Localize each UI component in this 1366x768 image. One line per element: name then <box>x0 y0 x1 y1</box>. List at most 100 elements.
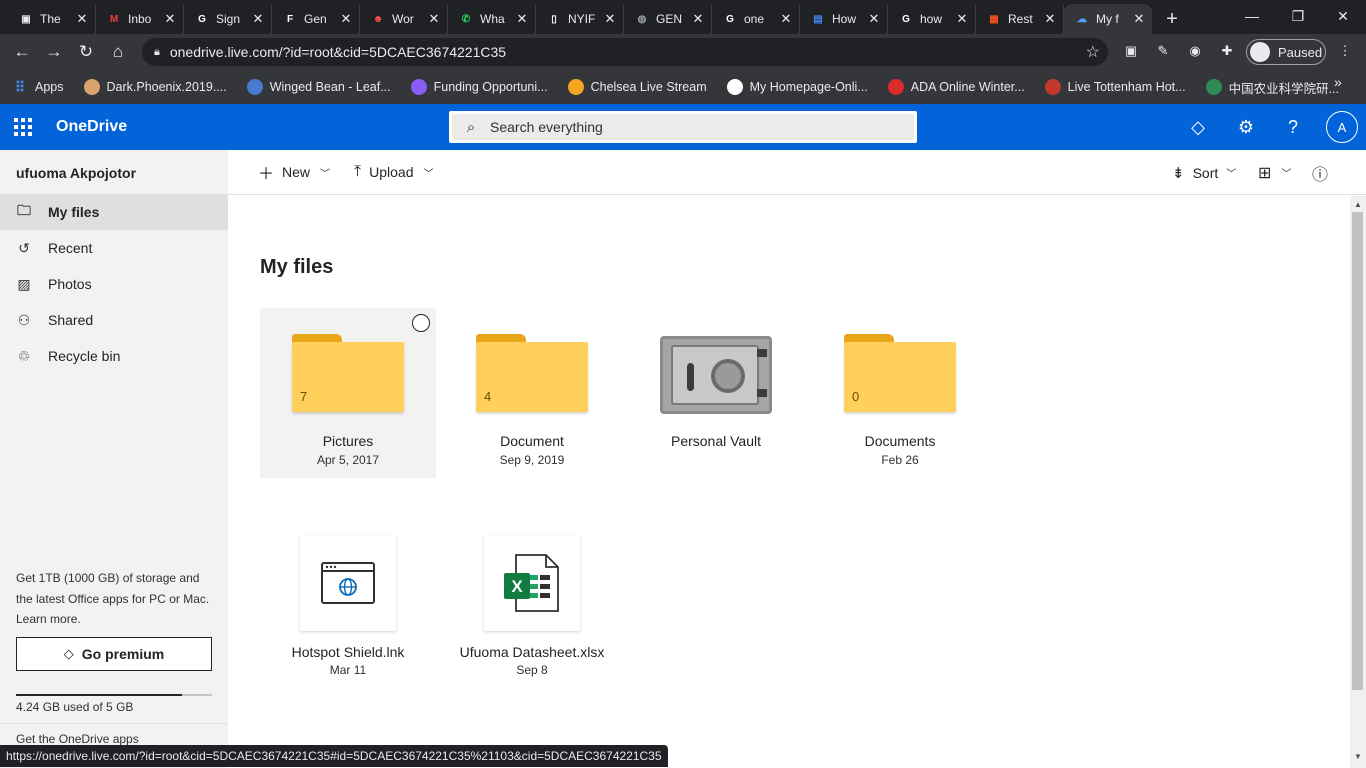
browser-tab[interactable]: ▣ The ✕ <box>8 4 96 34</box>
bookmark-site-icon <box>726 79 743 95</box>
select-checkbox[interactable] <box>412 314 430 332</box>
docs-icon: ▤ <box>813 13 823 25</box>
gmail-icon: M <box>109 13 119 25</box>
bookmark-item[interactable]: Chelsea Live Stream <box>567 79 707 95</box>
more-bookmarks-icon[interactable]: » <box>1334 74 1342 90</box>
folder-tile-document[interactable]: 4 Document Sep 9, 2019 <box>444 308 620 478</box>
sidebar-item-recent[interactable]: ↺ Recent <box>0 230 228 266</box>
file-name[interactable]: Ufuoma Datasheet.xlsx <box>432 644 632 660</box>
close-tab-icon[interactable]: ✕ <box>75 11 89 27</box>
address-bar[interactable]: 🔒︎ onedrive.live.com/?id=root&cid=5DCAEC… <box>142 38 1108 66</box>
close-tab-icon[interactable]: ✕ <box>163 11 177 27</box>
bookmark-site-icon <box>567 79 584 95</box>
sidebar-item-my-files[interactable]: 🗀︎ My files <box>0 194 228 230</box>
premium-diamond-icon[interactable]: ◇ <box>1175 104 1221 150</box>
browser-tab[interactable]: G Sign ✕ <box>184 4 272 34</box>
app-launcher-icon[interactable] <box>0 104 46 150</box>
reload-icon[interactable]: ↻ <box>70 36 102 68</box>
close-tab-icon[interactable]: ✕ <box>955 11 969 27</box>
close-tab-icon[interactable]: ✕ <box>251 11 265 27</box>
google-icon: G <box>198 13 206 25</box>
bookmark-item[interactable]: My Homepage-Onli... <box>726 79 868 95</box>
info-button[interactable]: ⓘ <box>1312 150 1328 195</box>
file-thumbnail-hotspot-shield[interactable] <box>300 535 396 631</box>
browser-tab[interactable]: Gone ✕ <box>712 4 800 34</box>
close-tab-icon[interactable]: ✕ <box>1132 11 1146 27</box>
tab-title: Gen <box>304 12 327 26</box>
browser-tab[interactable]: Ghow ✕ <box>888 4 976 34</box>
bookmark-item[interactable]: ADA Online Winter... <box>887 79 1025 95</box>
bookmark-item[interactable]: Live Tottenham Hot... <box>1044 79 1186 95</box>
view-switch-button[interactable]: ⊞ ﹀ <box>1258 150 1291 195</box>
scroll-up-icon[interactable]: ▲ <box>1350 198 1366 212</box>
browser-tab[interactable]: ▦ Rest ✕ <box>976 4 1064 34</box>
scrollbar-thumb[interactable] <box>1352 212 1363 690</box>
minimize-icon[interactable]: — <box>1229 0 1275 32</box>
storage-quota-text[interactable]: 4.24 GB used of 5 GB <box>16 700 133 714</box>
bookmark-item[interactable]: 中国农业科学院研... <box>1205 78 1339 97</box>
bookmark-item[interactable]: Funding Opportuni... <box>410 79 548 95</box>
extension-pocket-icon[interactable]: ▣ <box>1120 40 1142 62</box>
new-button[interactable]: ＋ New ﹀ <box>258 160 330 184</box>
browser-tab[interactable]: ✆ Wha ✕ <box>448 4 536 34</box>
app-brand[interactable]: OneDrive <box>56 118 127 136</box>
settings-gear-icon[interactable]: ⚙ <box>1223 104 1269 150</box>
forward-arrow-icon[interactable]: → <box>38 36 70 68</box>
sort-button[interactable]: ⇟ Sort ﹀ <box>1172 150 1236 195</box>
bookmark-site-icon <box>410 79 427 95</box>
sidebar-item-shared[interactable]: ⚇ Shared <box>0 302 228 338</box>
browser-tab[interactable]: ☁ My f ✕ <box>1064 4 1152 34</box>
scroll-down-icon[interactable]: ▼ <box>1350 750 1366 764</box>
extension-circle-icon[interactable]: ◉ <box>1184 40 1206 62</box>
profile-button[interactable]: Paused <box>1246 39 1326 65</box>
close-tab-icon[interactable]: ✕ <box>427 11 441 27</box>
back-arrow-icon[interactable]: ← <box>6 36 38 68</box>
folder-name[interactable]: Document <box>444 433 620 449</box>
restore-icon[interactable]: ❐ <box>1275 0 1321 32</box>
bookmark-item[interactable]: Dark.Phoenix.2019.... <box>83 79 227 95</box>
browser-tab[interactable]: ▤ How ✕ <box>800 4 888 34</box>
browser-tab[interactable]: F Gen ✕ <box>272 4 360 34</box>
lock-icon[interactable]: 🔒︎ <box>154 46 160 59</box>
item-count: 0 <box>852 389 860 404</box>
browser-menu-icon[interactable]: ⋮ <box>1334 40 1356 62</box>
home-icon[interactable]: ⌂ <box>102 36 134 68</box>
learn-more-link[interactable]: Learn more. <box>16 612 81 626</box>
browser-tab[interactable]: ◍ GEN ✕ <box>624 4 712 34</box>
file-name[interactable]: Hotspot Shield.lnk <box>248 644 448 660</box>
scrollbar[interactable]: ▲ ▼ <box>1350 196 1366 768</box>
extensions-puzzle-icon[interactable]: ✚ <box>1216 40 1238 62</box>
folder-tile-personal-vault[interactable]: Personal Vault <box>628 308 804 478</box>
folder-tile-pictures[interactable]: 7 Pictures Apr 5, 2017 <box>260 308 436 478</box>
folder-name[interactable]: Personal Vault <box>628 433 804 449</box>
new-tab-icon[interactable]: + <box>1156 4 1188 34</box>
folder-tile-documents[interactable]: 0 Documents Feb 26 <box>812 308 988 478</box>
close-tab-icon[interactable]: ✕ <box>691 11 705 27</box>
bookmark-item[interactable]: Winged Bean - Leaf... <box>246 79 391 95</box>
close-tab-icon[interactable]: ✕ <box>779 11 793 27</box>
close-tab-icon[interactable]: ✕ <box>339 11 353 27</box>
apps-shortcut[interactable]: ⠿ Apps <box>12 79 64 95</box>
close-tab-icon[interactable]: ✕ <box>1043 11 1057 27</box>
sidebar-item-photos[interactable]: ▨ Photos <box>0 266 228 302</box>
close-tab-icon[interactable]: ✕ <box>867 11 881 27</box>
folder-name[interactable]: Documents <box>812 433 988 449</box>
help-icon[interactable]: ? <box>1270 104 1316 150</box>
extension-grammar-icon[interactable]: ✎ <box>1152 40 1174 62</box>
account-avatar[interactable]: A <box>1326 111 1358 143</box>
browser-tab[interactable]: ☻ Wor ✕ <box>360 4 448 34</box>
bookmark-star-icon[interactable]: ☆ <box>1086 42 1100 62</box>
sidebar-item-label: Shared <box>48 312 94 328</box>
close-tab-icon[interactable]: ✕ <box>603 11 617 27</box>
close-window-icon[interactable]: ✕ <box>1320 0 1366 32</box>
search-box[interactable]: ⌕ Search everything <box>449 111 917 143</box>
close-tab-icon[interactable]: ✕ <box>515 11 529 27</box>
file-thumbnail-ufuoma-datasheet[interactable]: X <box>484 535 580 631</box>
folder-name[interactable]: Pictures <box>260 433 436 449</box>
go-premium-button[interactable]: ◇ Go premium <box>16 637 212 671</box>
get-apps-link[interactable]: Get the OneDrive apps <box>16 732 139 746</box>
sidebar-item-recycle-bin[interactable]: ♲ Recycle bin <box>0 338 228 374</box>
browser-tab[interactable]: ▯ NYIF ✕ <box>536 4 624 34</box>
browser-tab[interactable]: M Inbo ✕ <box>96 4 184 34</box>
upload-button[interactable]: ⤒ Upload ﹀ <box>354 163 433 181</box>
